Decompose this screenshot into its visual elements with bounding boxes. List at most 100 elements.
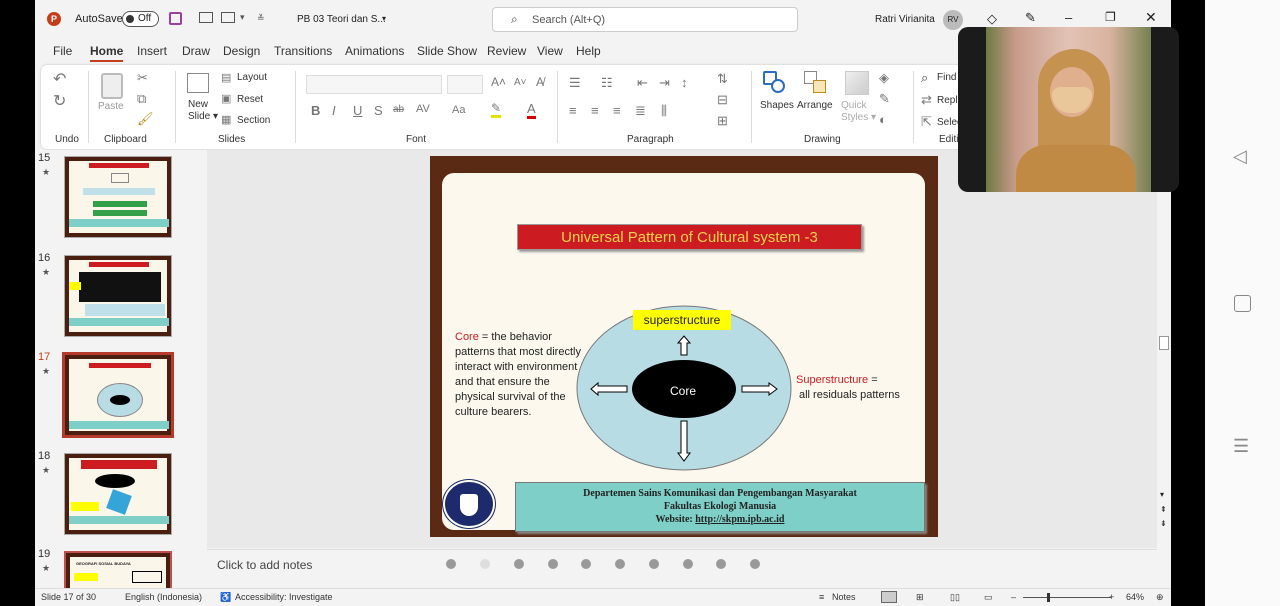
reading-view-icon[interactable]: ▯▯: [950, 592, 960, 603]
zoom-out-icon[interactable]: –: [1011, 592, 1016, 602]
normal-view-icon[interactable]: [881, 591, 897, 603]
numbering-icon[interactable]: ☷: [601, 75, 613, 91]
text-direction-icon[interactable]: ⇅: [717, 71, 728, 87]
scroll-down-icon[interactable]: ▾: [1160, 490, 1164, 499]
columns-icon[interactable]: ⫼: [661, 103, 667, 119]
slide-thumbnail-19[interactable]: GEOGRAFI SOSIAL BUDAYA: [64, 551, 172, 588]
grow-font-icon[interactable]: A˄: [491, 75, 506, 89]
zoom-level[interactable]: 64%: [1126, 592, 1144, 602]
align-left-icon[interactable]: ≡: [569, 103, 577, 118]
font-size-box[interactable]: [447, 75, 483, 94]
restore-icon[interactable]: ❐: [1105, 10, 1116, 24]
zoom-slider[interactable]: [1023, 593, 1111, 602]
bold-icon[interactable]: B: [311, 103, 320, 118]
char-spacing-icon[interactable]: AV: [416, 103, 430, 115]
autosave-toggle[interactable]: Off: [122, 11, 159, 27]
paste-label[interactable]: Paste: [98, 101, 124, 112]
shape-outline-icon[interactable]: ✎: [879, 91, 890, 107]
quick-styles-icon[interactable]: [845, 71, 869, 95]
paste-icon[interactable]: [101, 73, 123, 99]
smartart-icon[interactable]: ⊞: [717, 113, 728, 129]
slideshow-icon[interactable]: ▭: [984, 592, 993, 603]
line-spacing-icon[interactable]: ↕: [681, 75, 688, 90]
slide-thumbnail-16[interactable]: [64, 255, 172, 337]
tab-animations[interactable]: Animations: [345, 44, 404, 58]
zoom-slider-thumb[interactable]: [1047, 593, 1050, 602]
highlight-icon[interactable]: ✎: [491, 101, 502, 118]
find-button[interactable]: Find: [937, 72, 956, 83]
layout-button[interactable]: Layout: [237, 72, 267, 83]
align-center-icon[interactable]: ≡: [591, 103, 599, 118]
search-box[interactable]: ⌕ Search (Alt+Q): [492, 7, 798, 32]
next-slide-icon[interactable]: ⇟: [1160, 519, 1167, 528]
tab-draw[interactable]: Draw: [182, 44, 210, 58]
reset-button[interactable]: Reset: [237, 94, 263, 105]
undo-icon[interactable]: ↶: [53, 69, 66, 89]
tab-slideshow[interactable]: Slide Show: [417, 44, 477, 58]
slide-thumbnail-15[interactable]: [64, 156, 172, 238]
minimize-icon[interactable]: –: [1065, 10, 1072, 25]
shrink-font-icon[interactable]: A˅: [514, 77, 527, 88]
underline-icon[interactable]: U: [353, 103, 362, 118]
font-name-box[interactable]: [306, 75, 442, 94]
bullets-icon[interactable]: ☰: [569, 75, 581, 91]
shapes-label[interactable]: Shapes: [760, 100, 794, 111]
close-icon[interactable]: ✕: [1145, 9, 1157, 26]
font-color-icon[interactable]: A: [527, 101, 536, 119]
superstructure-box[interactable]: superstructure: [633, 310, 731, 330]
redo-icon[interactable]: ↻: [53, 91, 66, 111]
tab-insert[interactable]: Insert: [137, 44, 167, 58]
align-right-icon[interactable]: ≡: [613, 103, 621, 118]
tab-review[interactable]: Review: [487, 44, 526, 58]
recents-icon[interactable]: ☰: [1233, 436, 1249, 457]
indent-increase-icon[interactable]: ⇥: [659, 75, 670, 91]
arrange-icon[interactable]: [804, 71, 828, 95]
cut-icon[interactable]: ✂: [137, 70, 148, 86]
language-status[interactable]: English (Indonesia): [125, 592, 202, 602]
footer-banner[interactable]: Departemen Sains Komunikasi dan Pengemba…: [515, 482, 925, 532]
customize-qat-icon[interactable]: ≚: [257, 13, 265, 24]
italic-icon[interactable]: I: [332, 103, 336, 118]
justify-icon[interactable]: ≣: [635, 103, 646, 119]
slide-thumbnail-17-selected[interactable]: [62, 352, 174, 438]
tab-file[interactable]: File: [53, 44, 72, 58]
shadow-icon[interactable]: S: [374, 103, 383, 118]
indent-decrease-icon[interactable]: ⇤: [637, 75, 648, 91]
new-slide-label[interactable]: New Slide ▾: [188, 99, 218, 123]
vertical-scrollbar[interactable]: ▾ ⇞ ⇟: [1157, 150, 1171, 548]
tab-help[interactable]: Help: [576, 44, 601, 58]
change-case-icon[interactable]: Aa: [452, 104, 465, 116]
prev-slide-icon[interactable]: ⇞: [1160, 505, 1167, 514]
notes-button[interactable]: Notes: [832, 592, 856, 602]
home-icon[interactable]: [1234, 295, 1251, 312]
pen-icon[interactable]: ✎: [1025, 10, 1036, 26]
arrange-label[interactable]: Arrange: [797, 100, 833, 111]
tab-home[interactable]: Home: [90, 44, 124, 62]
ipb-logo[interactable]: [443, 480, 495, 528]
footer-link[interactable]: http://skpm.ipb.ac.id: [695, 514, 784, 525]
fit-slide-icon[interactable]: ⊕: [1156, 592, 1164, 603]
qat-more-icon[interactable]: ▾: [240, 12, 245, 23]
notes-pane[interactable]: Click to add notes: [207, 549, 1157, 587]
tab-design[interactable]: Design: [223, 44, 260, 58]
clear-format-icon[interactable]: A̸: [536, 75, 544, 89]
new-slide-icon[interactable]: [187, 73, 209, 93]
superstructure-description[interactable]: Superstructure = all residuals patterns: [796, 373, 924, 403]
save-icon[interactable]: [169, 12, 182, 25]
core-description[interactable]: Core = the behavior patterns that most d…: [455, 330, 605, 420]
diamond-icon[interactable]: ◇: [987, 11, 997, 27]
tab-transitions[interactable]: Transitions: [274, 44, 332, 58]
align-text-icon[interactable]: ⊟: [717, 92, 728, 108]
core-label[interactable]: Core: [642, 384, 724, 398]
tab-view[interactable]: View: [537, 44, 563, 58]
avatar[interactable]: RV: [943, 10, 963, 30]
present-icon[interactable]: [199, 12, 213, 23]
zoom-in-icon[interactable]: +: [1109, 592, 1114, 602]
shapes-icon[interactable]: [763, 71, 787, 95]
slide-title-bar[interactable]: Universal Pattern of Cultural system -3: [517, 224, 862, 250]
copy-icon[interactable]: ⧉: [137, 91, 146, 107]
accessibility-status[interactable]: Accessibility: Investigate: [235, 592, 333, 602]
scroll-thumb[interactable]: [1159, 336, 1169, 350]
notes-placeholder[interactable]: Click to add notes: [217, 558, 312, 572]
back-icon[interactable]: ◁: [1233, 146, 1247, 167]
